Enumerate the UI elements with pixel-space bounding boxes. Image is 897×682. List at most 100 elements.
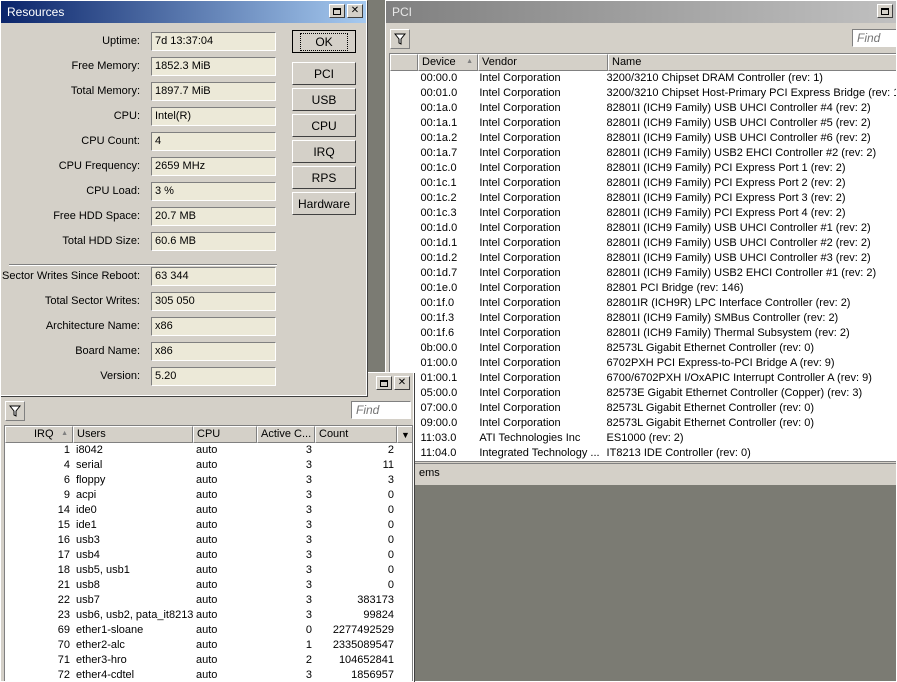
table-row[interactable]: 09:00.0 Intel Corporation 82573L Gigabit E… [390,416,896,431]
table-row[interactable]: 00:1f.6 Intel Corporation 82801I (ICH9 Fam… [390,326,896,341]
field-label: Board Name: [75,345,140,357]
field-value[interactable]: 4 [151,131,276,151]
table-row[interactable]: 07:00.0 Intel Corporation 82573L Gigabit E… [390,401,896,416]
field-value[interactable]: x86 [151,316,276,336]
table-row[interactable]: 16 usb3 auto 3 0 [5,533,412,548]
table-row[interactable]: 11:04.0 Integrated Technology ... IT8213 I… [390,446,896,461]
table-row[interactable]: 00:1a.1 Intel Corporation 82801I (ICH9 Fam… [390,116,896,131]
table-row[interactable]: 72 ether4-cdtel auto 3 1856957 [5,668,412,681]
table-row[interactable]: 70 ether2-alc auto 1 2335089547 [5,638,412,653]
table-row[interactable]: 69 ether1-sloane auto 0 2277492529 [5,623,412,638]
table-row[interactable]: 00:1c.2 Intel Corporation 82801I (ICH9 Fam… [390,191,896,206]
table-row[interactable]: 00:1d.2 Intel Corporation 82801I (ICH9 Fam… [390,251,896,266]
table-row[interactable]: 00:1c.1 Intel Corporation 82801I (ICH9 Fam… [390,176,896,191]
table-cell: 00:1c.2 [420,192,457,204]
table-row[interactable]: 21 usb8 auto 3 0 [5,578,412,593]
field-value[interactable]: 63 344 [151,266,276,286]
close-button[interactable]: ✕ [394,376,410,390]
field-value[interactable]: 2659 MHz [151,156,276,176]
field-value[interactable]: 305 050 [151,291,276,311]
rps-button[interactable]: RPS [292,166,356,189]
irq-header-cpu[interactable]: CPU [193,426,257,443]
field-value[interactable]: x86 [151,341,276,361]
table-row[interactable]: 71 ether3-hro auto 2 104652841 [5,653,412,668]
table-row[interactable]: 00:1d.7 Intel Corporation 82801I (ICH9 Fam… [390,266,896,281]
table-cell: 00:1a.0 [420,102,458,114]
table-row[interactable]: 01:00.1 Intel Corporation 6700/6702PXH I/O… [390,371,896,386]
table-row[interactable]: 00:1d.0 Intel Corporation 82801I (ICH9 Fam… [390,221,896,236]
pci-button[interactable]: PCI [292,62,356,85]
table-row[interactable]: 00:1c.3 Intel Corporation 82801I (ICH9 Fam… [390,206,896,221]
table-row[interactable]: 00:1f.3 Intel Corporation 82801I (ICH9 Fam… [390,311,896,326]
close-button[interactable]: ✕ [347,4,363,18]
table-row[interactable]: 01:00.0 Intel Corporation 6702PXH PCI Expr… [390,356,896,371]
irq-header-count[interactable]: Count [315,426,397,443]
table-row[interactable]: 00:1a.2 Intel Corporation 82801I (ICH9 Fam… [390,131,896,146]
irq-window: ✕ IRQ▲ Users CPU Active C... Count ▼ 1 i8… [0,372,414,682]
field-value[interactable]: 3 % [151,181,276,201]
table-row[interactable]: 14 ide0 auto 3 0 [5,503,412,518]
field-value[interactable]: 7d 13:37:04 [151,31,276,51]
ok-button[interactable]: OK [292,30,356,53]
row-marker [390,266,418,281]
table-row[interactable]: 11:03.0 ATI Technologies Inc ES1000 (rev: … [390,431,896,446]
table-row[interactable]: 18 usb5, usb1 auto 3 0 [5,563,412,578]
field-value[interactable]: Intel(R) [151,106,276,126]
usb-button[interactable]: USB [292,88,356,111]
pci-header-device[interactable]: Device ▲ [418,54,478,71]
pci-header-select[interactable] [390,54,418,71]
table-row[interactable]: 17 usb4 auto 3 0 [5,548,412,563]
maximize-button[interactable] [877,4,893,18]
table-row[interactable]: 23 usb6, usb2, pata_it8213 auto 3 99824 [5,608,412,623]
table-row[interactable]: 00:1e.0 Intel Corporation 82801 PCI Bridge… [390,281,896,296]
row-marker [390,86,418,101]
table-row[interactable]: 1 i8042 auto 3 2 [5,443,412,458]
irq-button[interactable]: IRQ [292,140,356,163]
table-row[interactable]: 9 acpi auto 3 0 [5,488,412,503]
irq-find-input[interactable] [351,401,411,419]
maximize-button[interactable] [329,4,345,18]
filter-button[interactable] [5,401,25,421]
filter-button[interactable] [390,29,410,49]
column-menu-button[interactable]: ▼ [397,426,412,443]
field-label: CPU Count: [81,135,140,147]
table-cell: 104652841 [338,654,394,666]
table-row[interactable]: 00:1c.0 Intel Corporation 82801I (ICH9 Fam… [390,161,896,176]
table-row[interactable]: 00:1d.1 Intel Corporation 82801I (ICH9 Fam… [390,236,896,251]
field-value[interactable]: 1897.7 MiB [151,81,276,101]
table-row[interactable]: 05:00.0 Intel Corporation 82573E Gigabit E… [390,386,896,401]
pci-header-name[interactable]: Name [608,54,896,71]
table-row[interactable]: 00:1a.0 Intel Corporation 82801I (ICH9 Fam… [390,101,896,116]
pci-header-vendor[interactable]: Vendor [478,54,608,71]
table-row[interactable]: 0b:00.0 Intel Corporation 82573L Gigabit E… [390,341,896,356]
table-row[interactable]: 4 serial auto 3 11 [5,458,412,473]
field-value[interactable]: 5.20 [151,366,276,386]
field-value[interactable]: 20.7 MB [151,206,276,226]
table-row[interactable]: 22 usb7 auto 3 383173 [5,593,412,608]
hardware-button[interactable]: Hardware [292,192,356,215]
table-row[interactable]: 00:01.0 Intel Corporation 3200/3210 Chipse… [390,86,896,101]
table-cell: 72 [57,669,70,681]
irq-header-irq[interactable]: IRQ ▲ [5,426,73,443]
table-cell: 82573L Gigabit Ethernet Controller (rev:… [606,417,815,429]
maximize-icon [881,7,889,15]
table-cell: Intel Corporation [479,372,561,384]
row-marker [390,176,418,191]
table-cell: 16 [57,534,70,546]
table-row[interactable]: 00:1a.7 Intel Corporation 82801I (ICH9 Fam… [390,146,896,161]
pci-find-input[interactable] [852,29,896,47]
field-row: CPU Count: 4 [1,131,276,151]
pci-titlebar[interactable]: PCI [386,1,896,23]
table-row[interactable]: 00:1f.0 Intel Corporation 82801IR (ICH9R) … [390,296,896,311]
table-row[interactable]: 00:00.0 Intel Corporation 3200/3210 Chipse… [390,71,896,86]
table-row[interactable]: 15 ide1 auto 3 0 [5,518,412,533]
irq-header-active-cpu[interactable]: Active C... [257,426,315,443]
resources-titlebar[interactable]: Resources ✕ [1,1,366,23]
irq-header-users[interactable]: Users [73,426,193,443]
maximize-button[interactable] [376,376,392,390]
field-value[interactable]: 1852.3 MiB [151,56,276,76]
field-value[interactable]: 60.6 MB [151,231,276,251]
cpu-button[interactable]: CPU [292,114,356,137]
table-row[interactable]: 6 floppy auto 3 3 [5,473,412,488]
row-marker [390,341,418,356]
